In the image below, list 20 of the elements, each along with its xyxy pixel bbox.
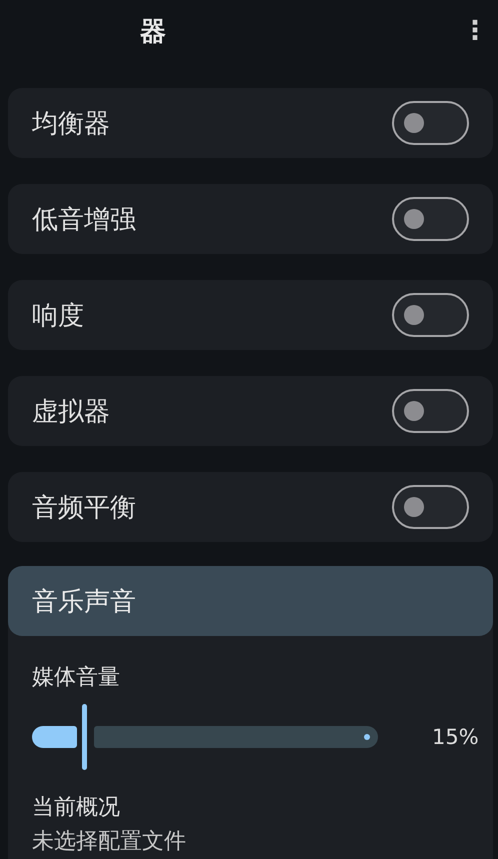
- toggle-switch[interactable]: [392, 389, 469, 433]
- toggle-switch[interactable]: [392, 101, 469, 145]
- volume-slider[interactable]: [32, 704, 378, 770]
- setting-label: 低音增强: [32, 204, 136, 236]
- volume-reading: 15%: [432, 725, 479, 749]
- toggle-switch[interactable]: [392, 197, 469, 241]
- app-title: 器: [140, 16, 166, 48]
- profile-label: 当前概况: [32, 794, 121, 822]
- more-options-icon[interactable]: ⋮: [458, 16, 492, 46]
- section-header: 音乐声音: [8, 566, 493, 636]
- profile-value: 未选择配置文件: [32, 828, 187, 856]
- stop-indicator-icon: [364, 734, 370, 740]
- setting-label: 音频平衡: [32, 492, 136, 524]
- toggle-switch[interactable]: [392, 485, 469, 529]
- setting-label: 虚拟器: [32, 396, 110, 428]
- volume-label: 媒体音量: [32, 664, 121, 692]
- setting-label: 响度: [32, 300, 84, 332]
- toggle-switch[interactable]: [392, 293, 469, 337]
- setting-label: 均衡器: [32, 108, 110, 140]
- slider-handle[interactable]: [82, 704, 87, 770]
